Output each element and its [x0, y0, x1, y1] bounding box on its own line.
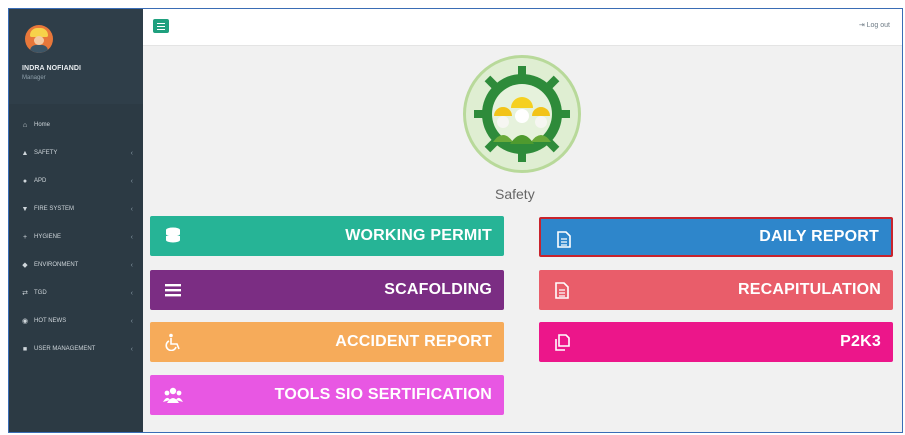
- recapitulation-button[interactable]: RECAPITULATION: [539, 270, 893, 310]
- top-bar: ⇥ Log out: [143, 9, 902, 46]
- chevron-left-icon: ‹: [130, 289, 133, 297]
- sidebar-item-label: SAFETY: [34, 150, 58, 156]
- lock-icon: ■: [22, 345, 28, 353]
- sidebar-item-label: USER MANAGEMENT: [34, 346, 96, 352]
- logout-link[interactable]: ⇥ Log out: [859, 21, 890, 29]
- copy-icon: [551, 331, 573, 353]
- exchange-icon: ⇄: [22, 290, 28, 297]
- sidebar-item-environment[interactable]: ◆ ENVIRONMENT ‹: [9, 251, 143, 279]
- home-icon: ⌂: [22, 121, 28, 129]
- leaf-icon: ◆: [22, 262, 28, 269]
- working-permit-button[interactable]: WORKING PERMIT: [150, 216, 504, 256]
- logout-icon: ⇥: [858, 22, 865, 29]
- sidebar-item-safety[interactable]: ▲ SAFETY ‹: [9, 139, 143, 167]
- sidebar-item-fire-system[interactable]: ▼ FIRE SYSTEM ‹: [9, 195, 143, 223]
- sidebar-item-apd[interactable]: ● APD ‹: [9, 167, 143, 195]
- sidebar-item-label: TGD: [34, 290, 47, 296]
- plus-icon: +: [22, 233, 28, 241]
- safety-logo: [463, 55, 581, 173]
- users-icon: [162, 384, 184, 406]
- scafolding-button[interactable]: SCAFOLDING: [150, 270, 504, 310]
- document-icon: [551, 279, 573, 301]
- recapitulation-label: RECAPITULATION: [738, 281, 881, 298]
- database-icon: [162, 225, 184, 247]
- thumbs-up-icon: ▲: [21, 149, 29, 157]
- p2k3-label: P2K3: [840, 333, 881, 350]
- chevron-left-icon: ‹: [130, 317, 133, 325]
- chevron-left-icon: ‹: [130, 177, 133, 185]
- sidebar-item-label: HYGIENE: [34, 234, 62, 240]
- daily-report-label: DAILY REPORT: [759, 228, 879, 245]
- sidebar-item-label: FIRE SYSTEM: [34, 206, 75, 212]
- menu-lines-icon: [162, 279, 184, 301]
- sidebar: INDRA NOFIANDI Manager ⌂ Home ▲ SAFETY ‹…: [9, 9, 143, 432]
- page-title: Safety: [495, 186, 535, 202]
- sidebar-item-hygiene[interactable]: + HYGIENE ‹: [9, 223, 143, 251]
- chevron-left-icon: ‹: [130, 261, 133, 269]
- sidebar-item-label: ENVIRONMENT: [34, 262, 79, 268]
- tools-sio-sertification-label: TOOLS SIO SERTIFICATION: [274, 386, 492, 403]
- daily-report-button[interactable]: DAILY REPORT: [539, 217, 893, 257]
- avatar: [25, 25, 53, 53]
- scafolding-label: SCAFOLDING: [384, 281, 492, 298]
- accident-report-button[interactable]: ACCIDENT REPORT: [150, 322, 504, 362]
- fire-extinguisher-icon: ▼: [21, 205, 29, 213]
- sidebar-item-user-management[interactable]: ■ USER MANAGEMENT ‹: [9, 335, 143, 363]
- chevron-left-icon: ‹: [130, 345, 133, 353]
- accident-report-label: ACCIDENT REPORT: [335, 333, 492, 350]
- sidebar-item-label: Home: [34, 122, 51, 128]
- user-role: Manager: [22, 75, 46, 81]
- wheelchair-icon: [162, 331, 184, 353]
- user-name: INDRA NOFIANDI: [22, 65, 82, 72]
- menu-toggle-button[interactable]: [153, 19, 169, 33]
- logout-label: Log out: [866, 22, 890, 29]
- p2k3-button[interactable]: P2K3: [539, 322, 893, 362]
- sidebar-item-label: APD: [34, 178, 47, 184]
- sidebar-item-home[interactable]: ⌂ Home: [9, 111, 143, 139]
- chevron-left-icon: ‹: [130, 149, 133, 157]
- globe-icon: ◉: [21, 318, 29, 325]
- user-profile: INDRA NOFIANDI Manager: [9, 9, 143, 104]
- sidebar-menu: ⌂ Home ▲ SAFETY ‹ ● APD ‹ ▼ FIRE SYSTEM …: [9, 111, 143, 363]
- sidebar-item-label: HOT NEWS: [34, 318, 67, 324]
- tools-sio-sertification-button[interactable]: TOOLS SIO SERTIFICATION: [150, 375, 504, 415]
- sidebar-item-hot-news[interactable]: ◉ HOT NEWS ‹: [9, 307, 143, 335]
- document-icon: [553, 228, 575, 250]
- working-permit-label: WORKING PERMIT: [345, 227, 492, 244]
- user-icon: ●: [22, 177, 28, 185]
- sidebar-item-tgd[interactable]: ⇄ TGD ‹: [9, 279, 143, 307]
- chevron-left-icon: ‹: [130, 233, 133, 241]
- chevron-left-icon: ‹: [130, 205, 133, 213]
